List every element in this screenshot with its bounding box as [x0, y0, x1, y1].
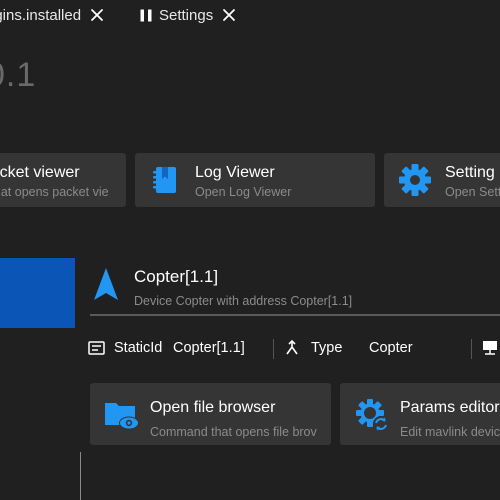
- tab-bar: ugins.installed Settings: [0, 0, 500, 30]
- params-editor-card[interactable]: Params editor Edit mavlink devic: [340, 383, 500, 445]
- card-title: Log Viewer: [195, 164, 275, 181]
- device-description: Device Copter with address Copter[1.1]: [134, 294, 353, 308]
- packet-viewer-card[interactable]: Packet viewer d that opens packet vie: [0, 153, 126, 207]
- divider: [471, 339, 472, 359]
- card-description: Edit mavlink devic: [400, 425, 500, 439]
- tab-plugins-installed[interactable]: ugins.installed: [0, 0, 104, 30]
- prop-value: Copter: [369, 340, 413, 356]
- device-selection-block[interactable]: [0, 258, 75, 328]
- card-description: Open Setti: [445, 185, 500, 199]
- prop-value: Copter[1.1]: [173, 340, 245, 356]
- navigation-arrow-icon: [92, 266, 120, 307]
- prop-label: Type: [311, 340, 343, 356]
- gear-icon: [398, 163, 432, 202]
- close-icon[interactable]: [90, 8, 104, 22]
- gear-sync-icon: [354, 397, 390, 438]
- log-viewer-card[interactable]: Log Viewer Open Log Viewer: [135, 153, 375, 207]
- divider: [90, 314, 500, 316]
- card-description: Open Log Viewer: [195, 185, 292, 199]
- divider: [273, 339, 274, 359]
- settings-card[interactable]: Setting Open Setti: [384, 153, 500, 207]
- network-icon: [482, 340, 498, 361]
- card-description: Command that opens file brov: [150, 425, 317, 439]
- log-notebook-icon: [150, 164, 182, 201]
- card-description: d that opens packet vie: [0, 185, 109, 199]
- settings-doc-icon: [140, 9, 152, 22]
- tab-label: Settings: [159, 6, 214, 24]
- card-title: Open file browser: [150, 399, 276, 416]
- card-title: Packet viewer: [0, 164, 80, 181]
- tab-settings[interactable]: Settings: [140, 0, 236, 30]
- prop-label: StaticId: [114, 340, 163, 356]
- device-properties: StaticId Copter[1.1] Type Copter: [88, 339, 500, 359]
- close-icon[interactable]: [222, 8, 236, 22]
- card-title: Params editor: [400, 399, 500, 416]
- open-file-browser-card[interactable]: Open file browser Command that opens fil…: [90, 383, 331, 445]
- folder-eye-icon: [104, 397, 140, 438]
- device-title: Copter[1.1]: [134, 267, 219, 286]
- tree-connector-line: [80, 452, 81, 500]
- merge-arrow-icon: [284, 339, 300, 361]
- id-card-icon: [88, 340, 105, 361]
- tab-label: ugins.installed: [0, 6, 82, 24]
- card-title: Setting: [445, 164, 495, 181]
- version-heading: 0.1: [0, 56, 37, 94]
